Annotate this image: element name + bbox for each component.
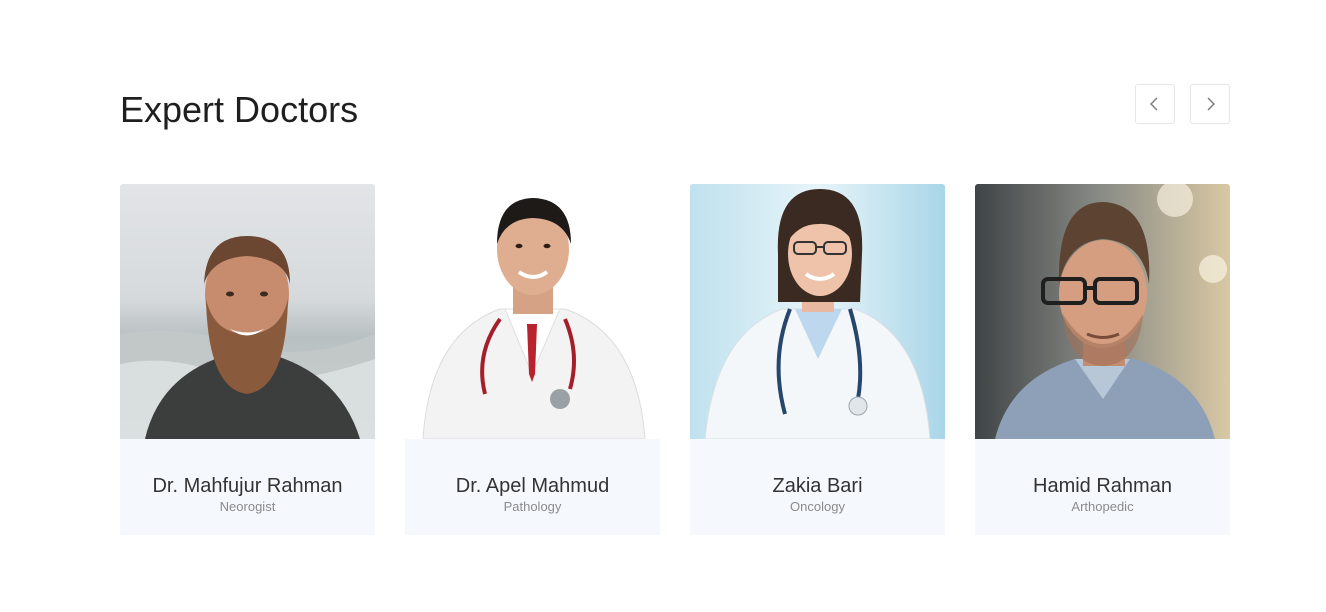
doctor-card[interactable]: Dr. Mahfujur Rahman Neorogist	[120, 184, 375, 535]
doctor-specialty: Oncology	[790, 499, 845, 514]
doctor-specialty: Pathology	[503, 499, 562, 514]
doctor-name[interactable]: Dr. Apel Mahmud	[405, 475, 660, 497]
doctor-photo-bearded-man	[120, 184, 375, 439]
doctor-info: Dr. Apel Mahmud Pathology	[405, 439, 660, 535]
doctor-name[interactable]: Hamid Rahman	[975, 475, 1230, 497]
doctor-specialty: Arthopedic	[1071, 499, 1134, 514]
doctor-photo-female-doctor	[690, 184, 945, 439]
doctor-card[interactable]: Hamid Rahman Arthopedic	[975, 184, 1230, 535]
doctors-carousel: Dr. Mahfujur Rahman Neorogist Dr. Apel M…	[120, 184, 1230, 535]
doctor-info: Zakia Bari Oncology	[690, 439, 945, 535]
doctor-specialty: Neorogist	[219, 499, 276, 514]
doctor-info: Hamid Rahman Arthopedic	[975, 439, 1230, 535]
doctor-photo-stethoscope-man	[405, 184, 660, 439]
doctor-info: Dr. Mahfujur Rahman Neorogist	[120, 439, 375, 535]
doctor-card[interactable]: Zakia Bari Oncology	[690, 184, 945, 535]
doctor-name[interactable]: Dr. Mahfujur Rahman	[120, 475, 375, 497]
carousel-next-button[interactable]	[1190, 84, 1230, 124]
carousel-prev-button[interactable]	[1135, 84, 1175, 124]
doctor-name[interactable]: Zakia Bari	[690, 475, 945, 497]
section-title: Expert Doctors	[120, 89, 359, 130]
chevron-right-icon	[1204, 96, 1216, 112]
doctor-photo-man-with-glasses	[975, 184, 1230, 439]
doctor-card[interactable]: Dr. Apel Mahmud Pathology	[405, 184, 660, 535]
chevron-left-icon	[1149, 96, 1161, 112]
